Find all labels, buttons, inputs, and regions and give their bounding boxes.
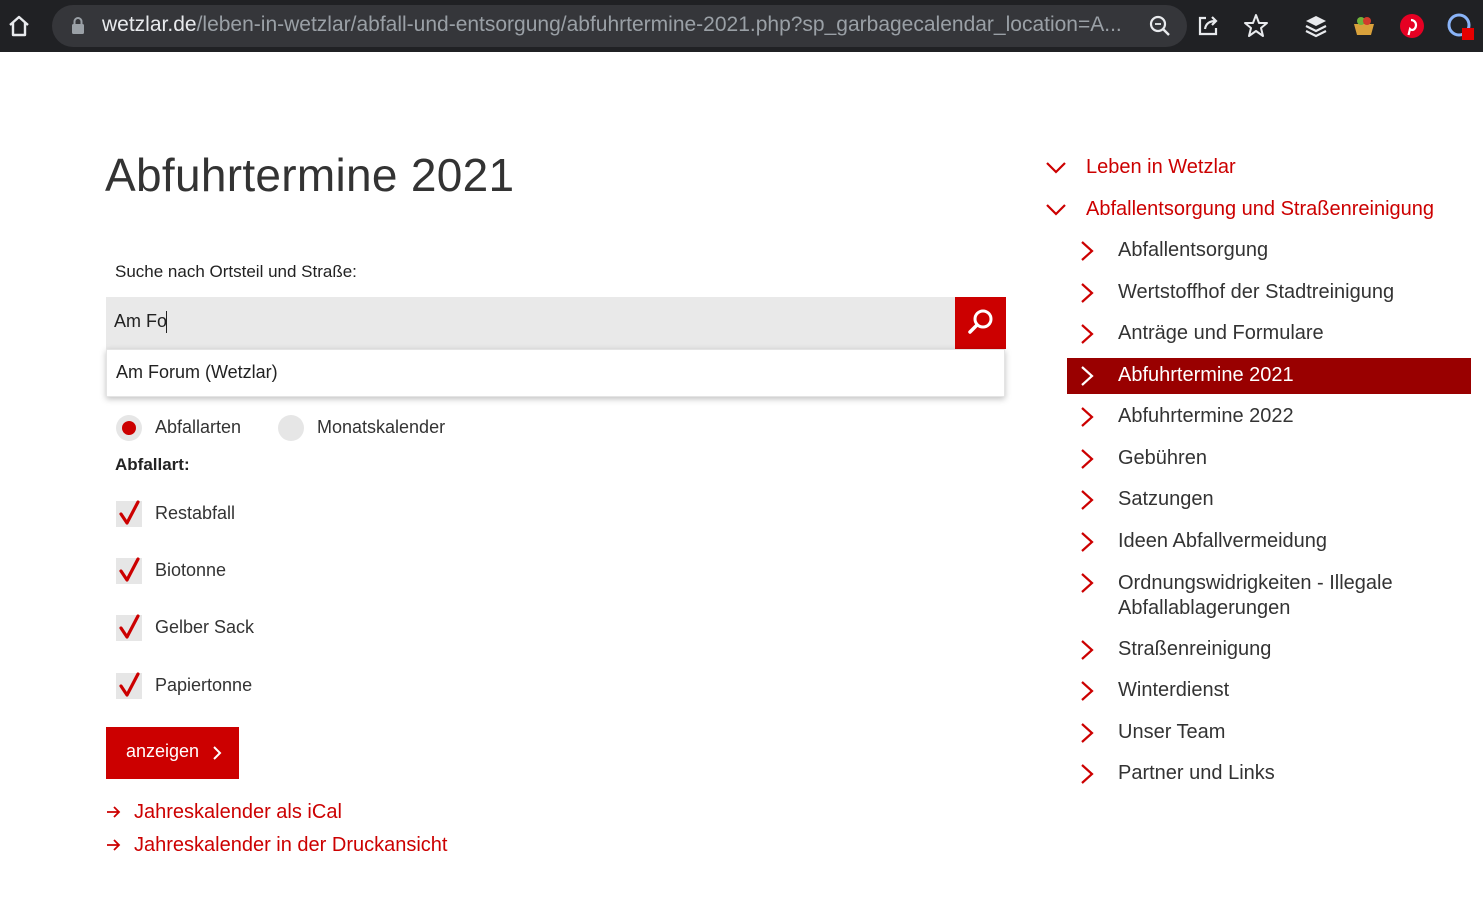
checkbox-label-biotonne[interactable]: Biotonne: [155, 560, 226, 581]
link-print-view[interactable]: Jahreskalender in der Druckansicht: [134, 834, 448, 857]
checkbox-label-gelber-sack[interactable]: Gelber Sack: [155, 617, 254, 638]
url-path: /leben-in-wetzlar/abfall-und-entsorgung/…: [196, 13, 1122, 36]
nav-item-wertstoffhof[interactable]: Wertstoffhof der Stadtreinigung: [1118, 281, 1394, 304]
chevron-right-icon: [1081, 449, 1094, 469]
checkbox-papiertonne[interactable]: [116, 672, 142, 699]
chevron-right-icon: [1081, 241, 1094, 261]
chevron-right-icon: [1081, 324, 1094, 344]
basket-icon[interactable]: [1350, 12, 1378, 40]
check-icon: [119, 672, 140, 697]
chevron-down-icon: [1046, 162, 1066, 174]
nav-item-strassenreinigung[interactable]: Straßenreinigung: [1118, 638, 1271, 661]
layers-icon[interactable]: [1302, 12, 1330, 40]
search-icon: [968, 309, 993, 334]
nav-item-ordnungswidrigkeiten[interactable]: Ordnungswidrigkeiten - Illegale Abfallab…: [1118, 571, 1438, 621]
chevron-right-icon: [1081, 366, 1094, 386]
nav-abfallentsorgung-strassenreinigung[interactable]: Abfallentsorgung und Straßenreinigung: [1086, 198, 1434, 221]
autocomplete-option[interactable]: Am Forum (Wetzlar): [116, 362, 278, 383]
chevron-right-icon: [1081, 490, 1094, 510]
home-icon[interactable]: [6, 13, 32, 39]
chevron-right-icon: [213, 746, 222, 760]
checkbox-restabfall[interactable]: [116, 500, 142, 527]
nav-item-ideen-abfallvermeidung[interactable]: Ideen Abfallvermeidung: [1118, 530, 1327, 553]
search-input[interactable]: [106, 297, 955, 349]
nav-item-abfuhrtermine-2022[interactable]: Abfuhrtermine 2022: [1118, 405, 1294, 428]
search-label: Suche nach Ortsteil und Straße:: [115, 262, 357, 281]
chevron-right-icon: [1081, 764, 1094, 784]
checkbox-label-restabfall[interactable]: Restabfall: [155, 503, 235, 524]
arrow-right-icon: [107, 806, 121, 818]
url-host: wetzlar.de: [102, 13, 197, 36]
nav-item-gebuehren[interactable]: Gebühren: [1118, 447, 1207, 470]
pinterest-icon[interactable]: [1398, 12, 1426, 40]
nav-item-abfallentsorgung[interactable]: Abfallentsorgung: [1118, 239, 1268, 262]
chevron-right-icon: [1081, 640, 1094, 660]
checkbox-gelber-sack[interactable]: [116, 614, 142, 641]
check-icon: [119, 557, 140, 582]
radio-monatskalender[interactable]: [278, 415, 304, 441]
nav-item-satzungen[interactable]: Satzungen: [1118, 488, 1214, 511]
nav-item-unser-team[interactable]: Unser Team: [1118, 721, 1225, 744]
nav-item-antraege[interactable]: Anträge und Formulare: [1118, 322, 1324, 345]
radio-abfallarten[interactable]: [116, 415, 142, 441]
checkbox-biotonne[interactable]: [116, 557, 142, 584]
chevron-right-icon: [1081, 681, 1094, 701]
chevron-right-icon: [1081, 532, 1094, 552]
show-button-label: anzeigen: [126, 741, 200, 761]
url-text[interactable]: wetzlar.de/leben-in-wetzlar/abfall-und-e…: [102, 13, 1132, 37]
text-caret: [166, 311, 167, 333]
lock-icon[interactable]: [70, 16, 86, 36]
radio-label-monatskalender[interactable]: Monatskalender: [317, 417, 445, 438]
zoom-icon[interactable]: [1146, 12, 1174, 40]
nav-leben-in-wetzlar[interactable]: Leben in Wetzlar: [1086, 156, 1236, 179]
star-icon[interactable]: [1242, 12, 1270, 40]
checkbox-label-papiertonne[interactable]: Papiertonne: [155, 675, 252, 696]
chevron-right-icon: [1081, 283, 1094, 303]
page-title: Abfuhrtermine 2021: [105, 149, 515, 201]
extension-icon[interactable]: [1446, 12, 1474, 40]
radio-selected-dot: [122, 421, 136, 435]
check-icon: [119, 500, 140, 525]
waste-type-heading: Abfallart:: [115, 455, 190, 474]
chevron-right-icon: [1081, 723, 1094, 743]
radio-label-abfallarten[interactable]: Abfallarten: [155, 417, 241, 438]
link-ical[interactable]: Jahreskalender als iCal: [134, 801, 342, 824]
nav-item-abfuhrtermine-2021[interactable]: Abfuhrtermine 2021: [1118, 364, 1294, 387]
chevron-right-icon: [1081, 573, 1094, 593]
share-icon[interactable]: [1194, 12, 1222, 40]
arrow-right-icon: [107, 839, 121, 851]
nav-item-winterdienst[interactable]: Winterdienst: [1118, 679, 1229, 702]
check-icon: [119, 614, 140, 639]
chevron-down-icon: [1046, 204, 1066, 216]
nav-item-partner-und-links[interactable]: Partner und Links: [1118, 762, 1275, 785]
search-input-value[interactable]: Am Fo: [114, 311, 167, 332]
chevron-right-icon: [1081, 407, 1094, 427]
search-button[interactable]: [955, 297, 1006, 349]
